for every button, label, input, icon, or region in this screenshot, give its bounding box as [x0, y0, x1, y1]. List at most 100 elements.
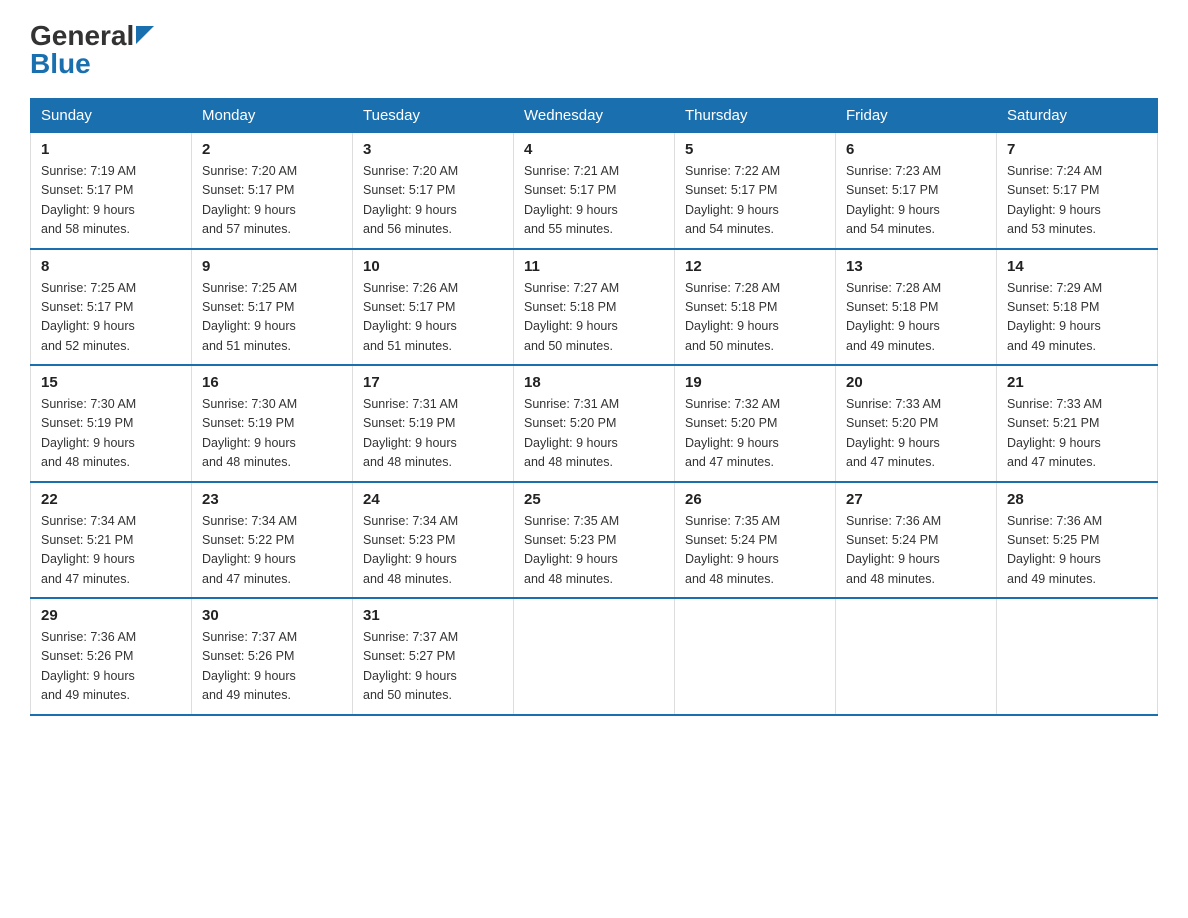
- day-number: 31: [363, 607, 503, 624]
- calendar-cell: 30 Sunrise: 7:37 AM Sunset: 5:26 PM Dayl…: [192, 598, 353, 715]
- day-number: 14: [1007, 258, 1147, 275]
- day-number: 9: [202, 258, 342, 275]
- calendar-cell: 21 Sunrise: 7:33 AM Sunset: 5:21 PM Dayl…: [997, 365, 1158, 482]
- calendar-week-row: 22 Sunrise: 7:34 AM Sunset: 5:21 PM Dayl…: [31, 482, 1158, 599]
- day-info: Sunrise: 7:31 AM Sunset: 5:20 PM Dayligh…: [524, 395, 664, 473]
- day-number: 20: [846, 374, 986, 391]
- day-info: Sunrise: 7:34 AM Sunset: 5:22 PM Dayligh…: [202, 512, 342, 590]
- day-number: 19: [685, 374, 825, 391]
- calendar-cell: [836, 598, 997, 715]
- day-number: 12: [685, 258, 825, 275]
- calendar-cell: 20 Sunrise: 7:33 AM Sunset: 5:20 PM Dayl…: [836, 365, 997, 482]
- day-info: Sunrise: 7:37 AM Sunset: 5:27 PM Dayligh…: [363, 628, 503, 706]
- calendar-cell: 22 Sunrise: 7:34 AM Sunset: 5:21 PM Dayl…: [31, 482, 192, 599]
- header-thursday: Thursday: [675, 99, 836, 133]
- day-number: 7: [1007, 141, 1147, 158]
- calendar-cell: 9 Sunrise: 7:25 AM Sunset: 5:17 PM Dayli…: [192, 249, 353, 366]
- day-info: Sunrise: 7:30 AM Sunset: 5:19 PM Dayligh…: [41, 395, 181, 473]
- calendar-cell: 31 Sunrise: 7:37 AM Sunset: 5:27 PM Dayl…: [353, 598, 514, 715]
- calendar-cell: 12 Sunrise: 7:28 AM Sunset: 5:18 PM Dayl…: [675, 249, 836, 366]
- day-info: Sunrise: 7:20 AM Sunset: 5:17 PM Dayligh…: [363, 162, 503, 240]
- logo-triangle-icon: [136, 26, 154, 44]
- day-info: Sunrise: 7:19 AM Sunset: 5:17 PM Dayligh…: [41, 162, 181, 240]
- calendar-cell: 3 Sunrise: 7:20 AM Sunset: 5:17 PM Dayli…: [353, 133, 514, 249]
- day-info: Sunrise: 7:31 AM Sunset: 5:19 PM Dayligh…: [363, 395, 503, 473]
- day-number: 24: [363, 491, 503, 508]
- day-info: Sunrise: 7:25 AM Sunset: 5:17 PM Dayligh…: [202, 279, 342, 357]
- day-number: 2: [202, 141, 342, 158]
- day-info: Sunrise: 7:33 AM Sunset: 5:20 PM Dayligh…: [846, 395, 986, 473]
- calendar-cell: 11 Sunrise: 7:27 AM Sunset: 5:18 PM Dayl…: [514, 249, 675, 366]
- calendar-cell: 5 Sunrise: 7:22 AM Sunset: 5:17 PM Dayli…: [675, 133, 836, 249]
- calendar-cell: 4 Sunrise: 7:21 AM Sunset: 5:17 PM Dayli…: [514, 133, 675, 249]
- calendar-table: SundayMondayTuesdayWednesdayThursdayFrid…: [30, 98, 1158, 716]
- calendar-cell: 27 Sunrise: 7:36 AM Sunset: 5:24 PM Dayl…: [836, 482, 997, 599]
- day-number: 15: [41, 374, 181, 391]
- day-number: 26: [685, 491, 825, 508]
- calendar-cell: 18 Sunrise: 7:31 AM Sunset: 5:20 PM Dayl…: [514, 365, 675, 482]
- day-number: 3: [363, 141, 503, 158]
- calendar-cell: 23 Sunrise: 7:34 AM Sunset: 5:22 PM Dayl…: [192, 482, 353, 599]
- day-info: Sunrise: 7:28 AM Sunset: 5:18 PM Dayligh…: [846, 279, 986, 357]
- calendar-cell: 25 Sunrise: 7:35 AM Sunset: 5:23 PM Dayl…: [514, 482, 675, 599]
- day-info: Sunrise: 7:37 AM Sunset: 5:26 PM Dayligh…: [202, 628, 342, 706]
- calendar-week-row: 1 Sunrise: 7:19 AM Sunset: 5:17 PM Dayli…: [31, 133, 1158, 249]
- calendar-cell: 2 Sunrise: 7:20 AM Sunset: 5:17 PM Dayli…: [192, 133, 353, 249]
- calendar-header-row: SundayMondayTuesdayWednesdayThursdayFrid…: [31, 99, 1158, 133]
- day-info: Sunrise: 7:23 AM Sunset: 5:17 PM Dayligh…: [846, 162, 986, 240]
- header-saturday: Saturday: [997, 99, 1158, 133]
- day-info: Sunrise: 7:34 AM Sunset: 5:21 PM Dayligh…: [41, 512, 181, 590]
- day-info: Sunrise: 7:36 AM Sunset: 5:24 PM Dayligh…: [846, 512, 986, 590]
- header-sunday: Sunday: [31, 99, 192, 133]
- day-number: 16: [202, 374, 342, 391]
- day-number: 23: [202, 491, 342, 508]
- day-info: Sunrise: 7:35 AM Sunset: 5:23 PM Dayligh…: [524, 512, 664, 590]
- day-number: 21: [1007, 374, 1147, 391]
- header-wednesday: Wednesday: [514, 99, 675, 133]
- calendar-cell: [675, 598, 836, 715]
- day-number: 17: [363, 374, 503, 391]
- day-info: Sunrise: 7:21 AM Sunset: 5:17 PM Dayligh…: [524, 162, 664, 240]
- day-info: Sunrise: 7:33 AM Sunset: 5:21 PM Dayligh…: [1007, 395, 1147, 473]
- day-number: 27: [846, 491, 986, 508]
- calendar-cell: 15 Sunrise: 7:30 AM Sunset: 5:19 PM Dayl…: [31, 365, 192, 482]
- calendar-cell: 26 Sunrise: 7:35 AM Sunset: 5:24 PM Dayl…: [675, 482, 836, 599]
- calendar-cell: 19 Sunrise: 7:32 AM Sunset: 5:20 PM Dayl…: [675, 365, 836, 482]
- day-number: 5: [685, 141, 825, 158]
- calendar-cell: 16 Sunrise: 7:30 AM Sunset: 5:19 PM Dayl…: [192, 365, 353, 482]
- calendar-cell: [997, 598, 1158, 715]
- day-number: 30: [202, 607, 342, 624]
- calendar-week-row: 29 Sunrise: 7:36 AM Sunset: 5:26 PM Dayl…: [31, 598, 1158, 715]
- day-info: Sunrise: 7:29 AM Sunset: 5:18 PM Dayligh…: [1007, 279, 1147, 357]
- day-number: 29: [41, 607, 181, 624]
- calendar-cell: 10 Sunrise: 7:26 AM Sunset: 5:17 PM Dayl…: [353, 249, 514, 366]
- day-info: Sunrise: 7:36 AM Sunset: 5:25 PM Dayligh…: [1007, 512, 1147, 590]
- calendar-cell: 28 Sunrise: 7:36 AM Sunset: 5:25 PM Dayl…: [997, 482, 1158, 599]
- header-friday: Friday: [836, 99, 997, 133]
- calendar-cell: 1 Sunrise: 7:19 AM Sunset: 5:17 PM Dayli…: [31, 133, 192, 249]
- day-number: 6: [846, 141, 986, 158]
- day-info: Sunrise: 7:22 AM Sunset: 5:17 PM Dayligh…: [685, 162, 825, 240]
- calendar-cell: 8 Sunrise: 7:25 AM Sunset: 5:17 PM Dayli…: [31, 249, 192, 366]
- day-info: Sunrise: 7:28 AM Sunset: 5:18 PM Dayligh…: [685, 279, 825, 357]
- calendar-cell: 17 Sunrise: 7:31 AM Sunset: 5:19 PM Dayl…: [353, 365, 514, 482]
- page-header: General Blue: [30, 20, 1158, 80]
- day-number: 11: [524, 258, 664, 275]
- calendar-cell: [514, 598, 675, 715]
- calendar-cell: 24 Sunrise: 7:34 AM Sunset: 5:23 PM Dayl…: [353, 482, 514, 599]
- day-number: 13: [846, 258, 986, 275]
- day-info: Sunrise: 7:30 AM Sunset: 5:19 PM Dayligh…: [202, 395, 342, 473]
- day-number: 28: [1007, 491, 1147, 508]
- day-number: 4: [524, 141, 664, 158]
- calendar-week-row: 8 Sunrise: 7:25 AM Sunset: 5:17 PM Dayli…: [31, 249, 1158, 366]
- day-info: Sunrise: 7:36 AM Sunset: 5:26 PM Dayligh…: [41, 628, 181, 706]
- day-number: 10: [363, 258, 503, 275]
- day-number: 8: [41, 258, 181, 275]
- day-info: Sunrise: 7:20 AM Sunset: 5:17 PM Dayligh…: [202, 162, 342, 240]
- day-info: Sunrise: 7:24 AM Sunset: 5:17 PM Dayligh…: [1007, 162, 1147, 240]
- day-info: Sunrise: 7:27 AM Sunset: 5:18 PM Dayligh…: [524, 279, 664, 357]
- calendar-week-row: 15 Sunrise: 7:30 AM Sunset: 5:19 PM Dayl…: [31, 365, 1158, 482]
- day-info: Sunrise: 7:32 AM Sunset: 5:20 PM Dayligh…: [685, 395, 825, 473]
- day-info: Sunrise: 7:25 AM Sunset: 5:17 PM Dayligh…: [41, 279, 181, 357]
- header-tuesday: Tuesday: [353, 99, 514, 133]
